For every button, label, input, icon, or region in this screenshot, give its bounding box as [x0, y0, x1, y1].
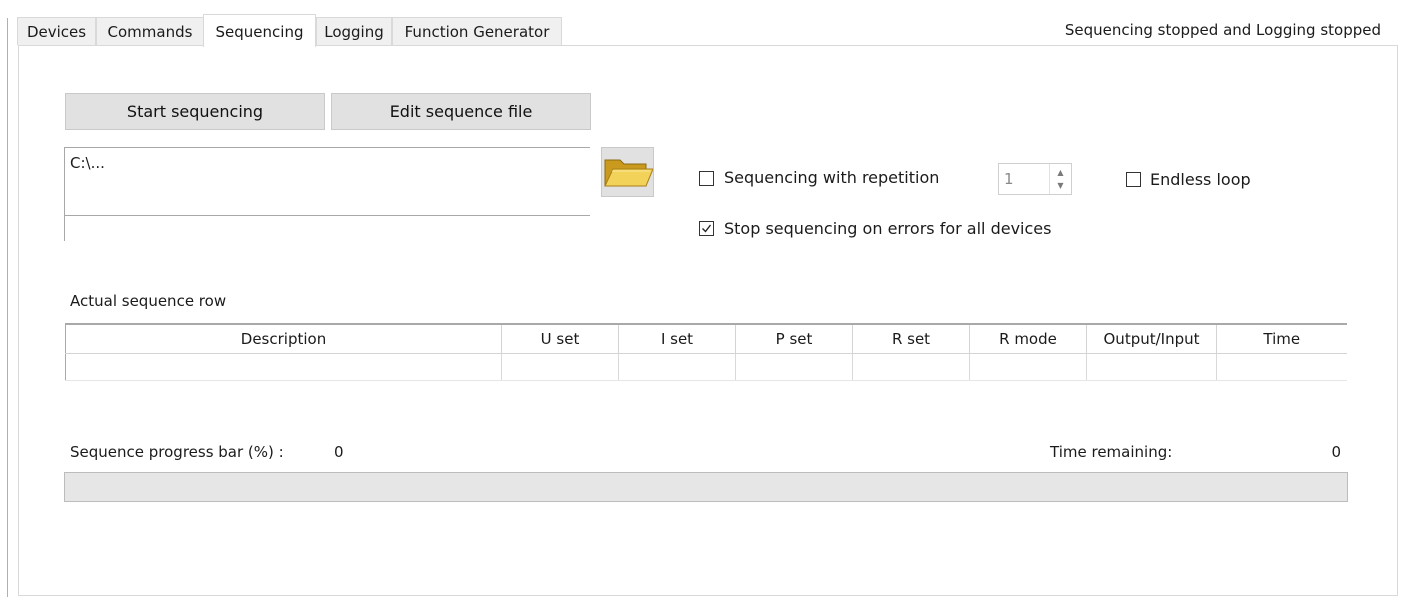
- folder-open-icon: [604, 159, 653, 187]
- tab-commands[interactable]: Commands: [96, 17, 204, 45]
- table-cell: [501, 353, 619, 381]
- table-cell: [969, 353, 1087, 381]
- spinner-down-icon[interactable]: ▼: [1050, 181, 1071, 191]
- progress-label: Sequence progress bar (%) :: [70, 443, 284, 461]
- column-header-output-input[interactable]: Output/Input: [1086, 323, 1217, 354]
- actual-sequence-table: Description U set I set P set R set R mo…: [65, 323, 1347, 381]
- repetition-label: Sequencing with repetition: [724, 168, 940, 187]
- table-cell: [1086, 353, 1217, 381]
- status-text: Sequencing stopped and Logging stopped: [1064, 21, 1381, 39]
- column-header-description[interactable]: Description: [65, 323, 502, 354]
- spinner-up-icon[interactable]: ▲: [1050, 168, 1071, 178]
- browse-file-button[interactable]: [601, 147, 654, 197]
- progress-value: 0: [334, 443, 344, 461]
- column-header-i-set[interactable]: I set: [618, 323, 736, 354]
- endless-loop-label: Endless loop: [1150, 170, 1251, 189]
- time-remaining-value: 0: [1331, 443, 1341, 461]
- column-header-time[interactable]: Time: [1216, 323, 1347, 354]
- table-cell: [852, 353, 970, 381]
- column-header-u-set[interactable]: U set: [501, 323, 619, 354]
- actual-sequence-row-title: Actual sequence row: [70, 292, 227, 310]
- sequence-file-path-field[interactable]: C:\...: [64, 147, 590, 215]
- edit-sequence-file-button[interactable]: Edit sequence file: [331, 93, 591, 130]
- repetition-count-value: 1: [1004, 170, 1014, 188]
- sequence-progress-bar: [64, 472, 1348, 502]
- sequence-status-line: [64, 215, 590, 241]
- tab-sequencing[interactable]: Sequencing: [203, 14, 316, 47]
- checkmark-icon: [702, 224, 712, 233]
- stop-on-errors-label: Stop sequencing on errors for all device…: [724, 219, 1052, 238]
- table-cell: [735, 353, 853, 381]
- tab-label: Function Generator: [404, 23, 550, 41]
- time-remaining-label: Time remaining:: [1050, 443, 1173, 461]
- stop-on-errors-checkbox[interactable]: [699, 221, 714, 236]
- column-header-p-set[interactable]: P set: [735, 323, 853, 354]
- start-sequencing-button[interactable]: Start sequencing: [65, 93, 325, 130]
- table-cell: [618, 353, 736, 381]
- table-cell: [1216, 353, 1347, 381]
- table-row[interactable]: [65, 353, 1347, 381]
- endless-loop-checkbox[interactable]: [1126, 172, 1141, 187]
- tab-label: Sequencing: [215, 23, 304, 41]
- column-header-r-mode[interactable]: R mode: [969, 323, 1087, 354]
- tab-logging[interactable]: Logging: [316, 17, 392, 45]
- table-cell: [65, 353, 502, 381]
- tab-label: Devices: [26, 23, 87, 41]
- tab-label: Logging: [324, 23, 384, 41]
- tab-label: Commands: [107, 23, 193, 41]
- repetition-count-spinner[interactable]: 1 ▲ ▼: [998, 163, 1072, 195]
- repetition-checkbox[interactable]: [699, 171, 714, 186]
- tab-devices[interactable]: Devices: [17, 17, 96, 45]
- table-header-row: Description U set I set P set R set R mo…: [65, 323, 1347, 354]
- tab-function-generator[interactable]: Function Generator: [392, 17, 562, 45]
- spinner-buttons: ▲ ▼: [1049, 164, 1071, 194]
- sequence-file-path: C:\...: [70, 154, 105, 172]
- window-left-border: [7, 18, 8, 597]
- column-header-r-set[interactable]: R set: [852, 323, 970, 354]
